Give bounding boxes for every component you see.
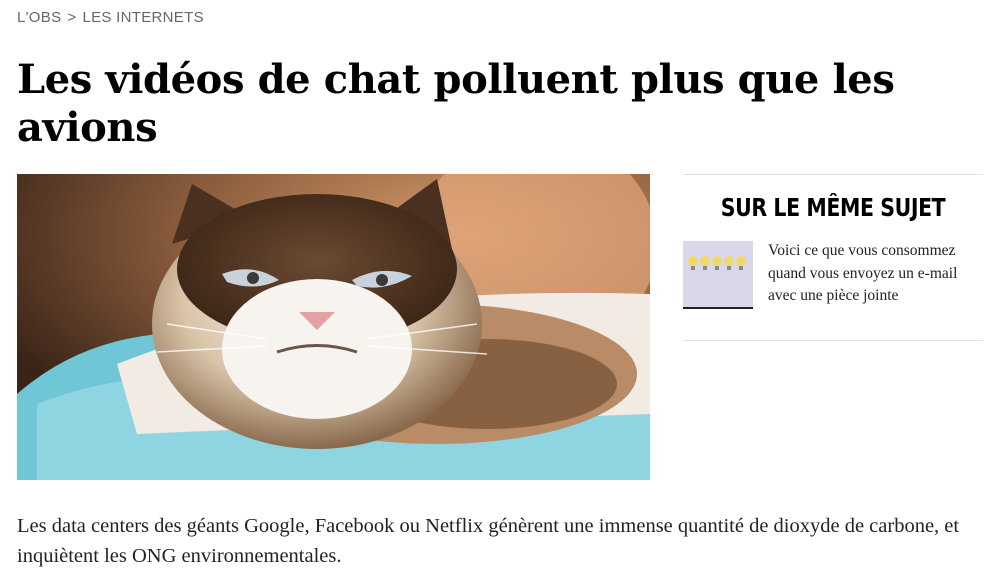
breadcrumb-section-link[interactable]: L'OBS [17,9,61,26]
related-articles: SUR LE MÊME SUJET Voici ce que vous cons… [683,174,983,341]
related-item-link[interactable]: Voici ce que vous consommez quand vous e… [768,242,957,304]
article-hero-image [17,174,650,480]
related-heading: SUR LE MÊME SUJET [720,193,946,222]
lightbulb-icon [688,256,746,270]
related-item-title: Voici ce que vous consommez quand vous e… [768,240,978,308]
breadcrumb-subsection-link[interactable]: LES INTERNETS [82,9,203,26]
article-lead: Les data centers des géants Google, Face… [17,515,960,567]
article-title: Les vidéos de chat polluent plus que les… [17,56,895,151]
breadcrumb: L'OBS > LES INTERNETS [17,9,204,26]
breadcrumb-separator: > [67,9,77,26]
related-item-thumbnail[interactable] [683,241,753,309]
